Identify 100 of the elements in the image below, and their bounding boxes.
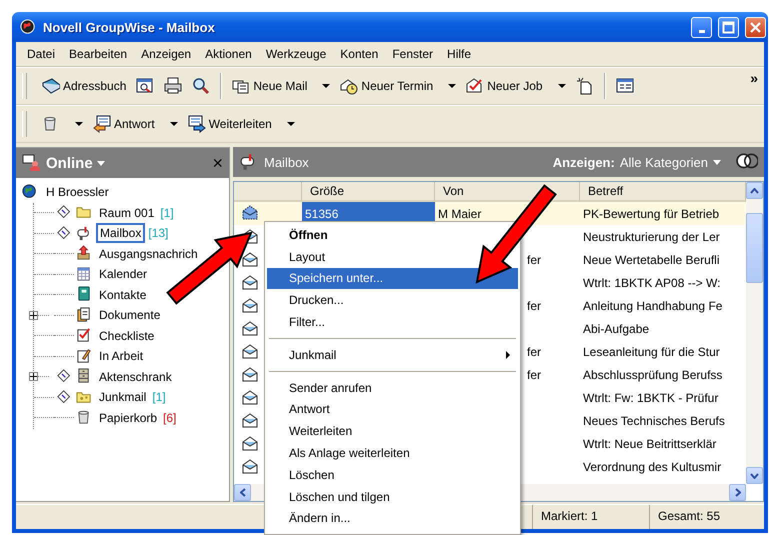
menu-item[interactable]: Speichern unter... xyxy=(267,268,518,290)
table-cell: fer xyxy=(527,368,542,382)
menu-item[interactable]: Datei xyxy=(20,45,62,63)
menu-item[interactable]: Aktionen xyxy=(198,45,259,63)
menu-item[interactable]: Ändern in... xyxy=(267,508,358,530)
task-check-icon xyxy=(466,77,484,95)
table-cell-text: PK-Bewertung für Betrieb xyxy=(582,206,720,222)
submenu-arrow-icon xyxy=(506,350,510,359)
menu-item[interactable]: Hilfe xyxy=(440,45,478,63)
tree-item[interactable]: Raum 001 xyxy=(96,204,158,222)
menu-item[interactable]: Bearbeiten xyxy=(62,45,134,63)
close-button[interactable]: × xyxy=(212,152,223,174)
chevron-down-icon xyxy=(750,472,759,478)
table-cell: M Maier xyxy=(438,206,482,220)
minimize-icon xyxy=(698,30,704,32)
filter-label: Anzeigen: xyxy=(552,154,615,170)
table-cell-text: Verordnung des Kultusmir xyxy=(582,458,722,476)
dropdown-caret-icon xyxy=(322,84,330,88)
pencil-note-icon xyxy=(76,348,92,365)
scroll-right-button[interactable] xyxy=(729,484,746,501)
new-document-icon xyxy=(576,77,594,95)
person-icon xyxy=(22,153,42,173)
table-cell-text: Neustrukturierung der Ler xyxy=(582,228,721,246)
item-count: [6] xyxy=(163,410,176,425)
close-icon xyxy=(749,20,762,34)
menu-item[interactable]: Layout xyxy=(267,246,334,268)
menu-item[interactable]: Löschen xyxy=(267,464,342,486)
overflow-button[interactable]: » xyxy=(750,70,758,86)
preview-window-icon xyxy=(136,77,154,95)
menu-item[interactable]: Sender anrufen xyxy=(267,376,380,399)
menu-item[interactable]: Filter... xyxy=(267,311,334,333)
appointment-clock-icon xyxy=(340,77,358,95)
table-cell: fer xyxy=(527,344,542,358)
tree-item[interactable]: Mailbox xyxy=(96,223,146,244)
item-count: [13] xyxy=(148,226,168,240)
forward-icon xyxy=(188,115,206,133)
dropdown-caret-icon xyxy=(286,122,295,126)
scrollbar-thumb[interactable] xyxy=(746,213,763,283)
online-status-menu[interactable]: Online xyxy=(46,154,93,172)
table-cell: fer xyxy=(527,252,542,266)
item-count: [1] xyxy=(160,206,174,220)
tree-item[interactable]: Junkmail xyxy=(96,388,150,406)
menu-item[interactable]: Antwort xyxy=(267,398,338,420)
tree-item[interactable]: Dokumente xyxy=(96,306,164,324)
toolbar-button[interactable]: Neuer Job xyxy=(461,73,571,99)
tree-item[interactable]: Kontakte xyxy=(96,286,150,304)
dropdown-caret-icon xyxy=(558,84,566,88)
vertical-scrollbar[interactable] xyxy=(746,182,763,484)
table-cell-text: Wtrlt: Neue Beitrittserklär xyxy=(582,436,718,452)
table-cell-text: Leseanleitung für die Stur xyxy=(582,344,721,360)
menu-item[interactable]: Fenster xyxy=(385,45,440,63)
dropdown-caret-icon[interactable] xyxy=(96,160,105,166)
layout-icon xyxy=(616,77,634,95)
reply-icon xyxy=(93,115,111,133)
menu-item[interactable]: Öffnen xyxy=(267,224,336,246)
toolbar-button[interactable]: Neuer Termin xyxy=(335,73,462,99)
menu-item[interactable]: Löschen und tilgen xyxy=(267,486,398,508)
menu-item[interactable]: Als Anlage weiterleiten xyxy=(267,442,418,464)
toolbar-button[interactable]: Weiterleiten xyxy=(182,111,300,137)
tree-item[interactable]: H Broessler xyxy=(43,183,112,202)
chevron-up-icon xyxy=(750,188,759,194)
toolbar-button[interactable]: Neue Mail xyxy=(227,73,336,99)
window-title: Novell GroupWise - Mailbox xyxy=(43,20,216,34)
minimize-button[interactable] xyxy=(691,16,712,38)
dropdown-caret-icon xyxy=(75,122,83,126)
status-text: Gesamt: 55 xyxy=(649,505,764,529)
toolbar-button[interactable]: Adressbuch xyxy=(37,73,132,99)
tree-item[interactable]: Papierkorb xyxy=(96,408,160,427)
tree-item[interactable]: In Arbeit xyxy=(96,347,146,366)
dropdown-caret-icon xyxy=(170,122,178,126)
table-cell-text: Neues Technisches Berufs xyxy=(582,412,726,430)
checklist-icon xyxy=(76,327,92,344)
menu-item[interactable]: Werkzeuge xyxy=(258,45,334,63)
outbox-icon xyxy=(76,245,92,262)
maximize-button[interactable] xyxy=(718,16,739,38)
table-cell: fer xyxy=(527,298,542,312)
expand-icon[interactable] xyxy=(29,372,38,382)
menu-item[interactable]: Junkmail xyxy=(267,344,518,366)
table-cell-text: Abschlussprüfung Berufss xyxy=(582,366,724,384)
menu-item[interactable]: Konten xyxy=(333,45,386,63)
printer-icon xyxy=(164,77,182,95)
tree-item[interactable]: Checkliste xyxy=(96,326,158,345)
chevron-left-icon xyxy=(240,488,246,497)
chevron-right-icon xyxy=(734,488,740,497)
table-cell-text: Wtrlt: Fw: 1BKTK - Prüfur xyxy=(582,390,720,406)
close-button[interactable] xyxy=(745,16,766,38)
tree-item[interactable]: Kalender xyxy=(96,265,150,284)
scroll-left-button[interactable] xyxy=(234,484,251,501)
pane-title: Mailbox xyxy=(264,154,309,170)
status-text: Markiert: 1 xyxy=(532,505,649,529)
menu-item[interactable]: Weiterleiten xyxy=(267,420,360,442)
menu-item[interactable]: Anzeigen xyxy=(134,45,198,63)
search-icon xyxy=(192,77,210,95)
tree-item[interactable]: Aktenschrank xyxy=(96,368,175,386)
menu-item[interactable]: Drucken... xyxy=(267,289,352,312)
table-cell-text: Neue Wertetabelle Berufli xyxy=(582,252,721,268)
toolbar-button[interactable]: Antwort xyxy=(88,111,183,137)
tree-item[interactable]: Ausgangsnachrich xyxy=(96,244,201,263)
expand-icon[interactable] xyxy=(29,310,38,320)
category-filter[interactable]: Alle Kategorien xyxy=(620,154,708,170)
